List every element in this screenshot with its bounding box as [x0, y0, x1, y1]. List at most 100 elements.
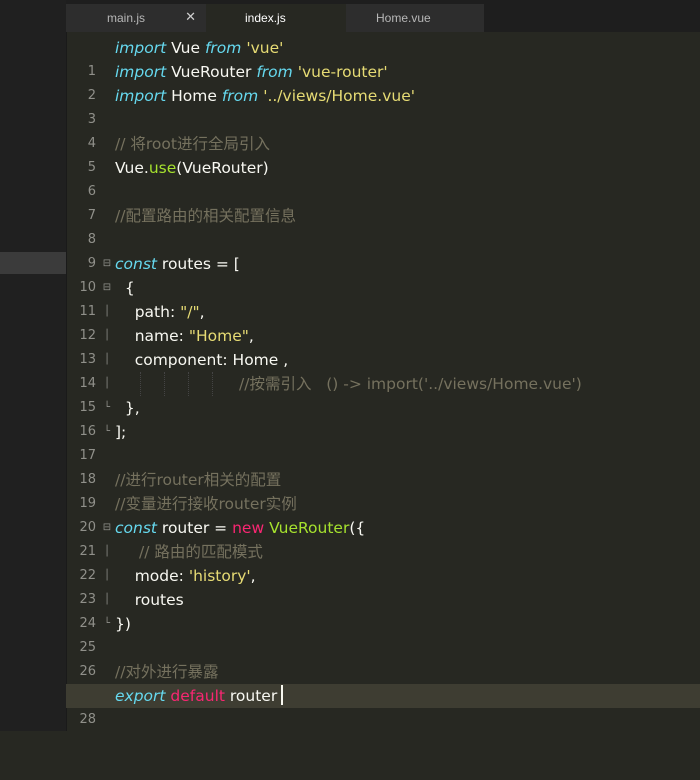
code-line: 16 └ }, [66, 396, 700, 439]
function-name: use [148, 159, 177, 177]
tab-label: Home.vue [376, 11, 431, 25]
property: name: [115, 327, 189, 345]
code-line: 17 └ ]; [66, 420, 700, 463]
code-line: 26 [66, 636, 700, 679]
indent-guide [212, 372, 214, 396]
code-line: 13 │ name: "Home", [66, 324, 700, 367]
code-text: }) [115, 615, 131, 633]
identifier: Home [166, 87, 222, 105]
code-text: path: "/", [115, 300, 205, 324]
indent-guide [140, 372, 142, 396]
tab-label: index.js [245, 11, 286, 25]
code-line: 5 // 将root进行全局引入 [66, 132, 700, 175]
code-line: 19 //进行router相关的配置 [66, 468, 700, 511]
tab-label: main.js [107, 11, 146, 25]
code-line: 1 import Vue from 'vue' [66, 36, 700, 79]
keyword: import [115, 39, 167, 57]
code-text: const router = new VueRouter({ [115, 516, 365, 540]
comment: // 将root进行全局引入 [115, 135, 270, 153]
code-line: 15 │ //按需引入 () -> import('../views/Home.… [66, 372, 700, 415]
property: mode: [115, 567, 189, 585]
fold-icon[interactable]: ⊟ [101, 252, 113, 276]
code-line: 4 [66, 108, 700, 151]
keyword: from [221, 87, 259, 105]
code-text: }, [115, 399, 140, 417]
fold-guide-icon: │ [103, 354, 111, 365]
fold-guide-icon: │ [103, 546, 111, 557]
fold-guide-icon: │ [103, 594, 111, 605]
code-text: import VueRouter from 'vue-router' [115, 60, 388, 84]
indent-guide [164, 372, 166, 396]
string: '../views/Home.vue' [263, 87, 416, 105]
code-line: 20 //变量进行接收router实例 [66, 492, 700, 535]
code-line: 11 ⊟ { [66, 276, 700, 319]
fold-guide-icon: │ [103, 330, 111, 341]
class-name: VueRouter [269, 519, 350, 537]
string: "/" [180, 303, 200, 321]
code-text: import Vue from 'vue' [115, 36, 283, 60]
string: 'history' [188, 567, 251, 585]
code-line: 25 └ }) [66, 612, 700, 655]
string: 'vue' [246, 39, 284, 57]
code-line: 3 import Home from '../views/Home.vue' [66, 84, 700, 127]
identifier: router = [156, 519, 233, 537]
sidebar-selected-row[interactable] [0, 252, 66, 274]
operator-keyword: default [170, 687, 225, 705]
code-text: const routes = [ [115, 252, 240, 276]
code-line: 2 import VueRouter from 'vue-router' [66, 60, 700, 103]
comment: //变量进行接收router实例 [115, 495, 297, 513]
fold-icon[interactable]: ⊟ [101, 276, 113, 300]
code-text: routes [115, 591, 184, 609]
punctuation: ({ [349, 519, 366, 537]
punctuation: , [248, 327, 254, 345]
code-text: export default router [115, 684, 284, 708]
close-icon[interactable]: ✕ [185, 9, 196, 25]
tab-index-js[interactable]: index.js [206, 4, 346, 32]
fold-end-icon: └ [103, 618, 111, 629]
comment: //按需引入 () -> import('../views/Home.vue') [239, 375, 582, 393]
code-text: { [115, 279, 135, 297]
code-line: 18 [66, 444, 700, 487]
code-line: 21 ⊟ const router = new VueRouter({ [66, 516, 700, 559]
code-line: 8 //配置路由的相关配置信息 [66, 204, 700, 247]
code-line: 24 │ routes [66, 588, 700, 631]
keyword: export [115, 687, 166, 705]
current-line[interactable]: 28 export default router [66, 684, 700, 727]
keyword: const [115, 255, 157, 273]
code-line: 23 │ mode: 'history', [66, 564, 700, 607]
fold-icon[interactable]: ⊟ [101, 516, 113, 540]
code-text: mode: 'history', [115, 564, 256, 588]
comment: // 路由的匹配模式 [139, 543, 263, 561]
identifier: Vue [166, 39, 205, 57]
code-line: 9 [66, 228, 700, 271]
indent-guide [188, 372, 190, 396]
code-text: ]; [115, 423, 127, 441]
fold-end-icon: └ [103, 426, 111, 437]
punctuation: , [199, 303, 205, 321]
sidebar [0, 0, 67, 731]
code-editor[interactable]: 1 import Vue from 'vue' 2 import VueRout… [66, 36, 700, 731]
code-line: 14 │ component: Home , [66, 348, 700, 391]
comment: //配置路由的相关配置信息 [115, 207, 296, 225]
comment: //对外进行暴露 [115, 663, 219, 681]
keyword: const [115, 519, 157, 537]
identifier: (VueRouter) [176, 159, 269, 177]
tab-main-js[interactable]: main.js ✕ [66, 4, 206, 32]
comment: //进行router相关的配置 [115, 471, 282, 489]
fold-end-icon: └ [103, 402, 111, 413]
code-line: 12 │ path: "/", [66, 300, 700, 343]
code-text: Vue.use(VueRouter) [115, 156, 269, 180]
keyword: from [204, 39, 242, 57]
operator-keyword: new [232, 519, 265, 537]
line-number: 28 [79, 712, 96, 727]
tab-home-vue[interactable]: Home.vue [346, 4, 484, 32]
keyword: import [115, 63, 167, 81]
keyword: from [256, 63, 293, 81]
code-text: component: Home , [115, 351, 289, 369]
code-text: import Home from '../views/Home.vue' [115, 84, 415, 108]
code-line: 22 │ // 路由的匹配模式 [66, 540, 700, 583]
identifier: Vue. [115, 159, 149, 177]
keyword: import [115, 87, 167, 105]
identifier: routes = [ [156, 255, 240, 273]
string: 'vue-router' [297, 63, 388, 81]
